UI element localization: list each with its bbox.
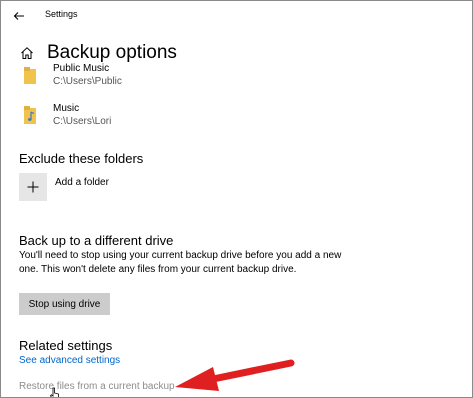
folder-item-public-music[interactable]: Public Music C:\Users\Public [23, 63, 122, 89]
folder-name: Public Music [53, 63, 110, 74]
settings-window: Settings Backup options Public Music C:\… [0, 0, 473, 398]
different-drive-description: You'll need to stop using your current b… [19, 250, 342, 275]
exclude-heading: Exclude these folders [19, 151, 144, 166]
folder-path: C:\Users\Public [53, 76, 122, 87]
restore-files-link[interactable]: Restore files from a current backup [19, 381, 175, 392]
music-folder-icon [24, 106, 36, 124]
window-title: Settings [45, 9, 78, 19]
annotation-arrow-icon [175, 359, 295, 391]
folder-icon [24, 67, 36, 84]
folder-path: C:\Users\Lori [53, 116, 112, 127]
folder-name: Music [53, 103, 80, 114]
different-drive-heading: Back up to a different drive [19, 233, 174, 248]
page-header: Backup options [19, 41, 177, 65]
title-bar: Settings [1, 1, 472, 31]
plus-icon [19, 173, 47, 201]
back-arrow-icon [13, 12, 24, 20]
related-settings-heading: Related settings [19, 338, 113, 353]
see-advanced-settings-link[interactable]: See advanced settings [19, 355, 120, 366]
add-folder-button[interactable]: Add a folder [19, 173, 109, 201]
mouse-cursor-icon [49, 387, 59, 397]
folder-item-music[interactable]: Music C:\Users\Lori [23, 103, 111, 129]
add-folder-label: Add a folder [55, 177, 109, 188]
page-title: Backup options [47, 42, 177, 63]
stop-using-drive-button[interactable]: Stop using drive [19, 293, 110, 315]
home-icon[interactable] [19, 45, 35, 61]
back-button[interactable] [9, 7, 29, 25]
